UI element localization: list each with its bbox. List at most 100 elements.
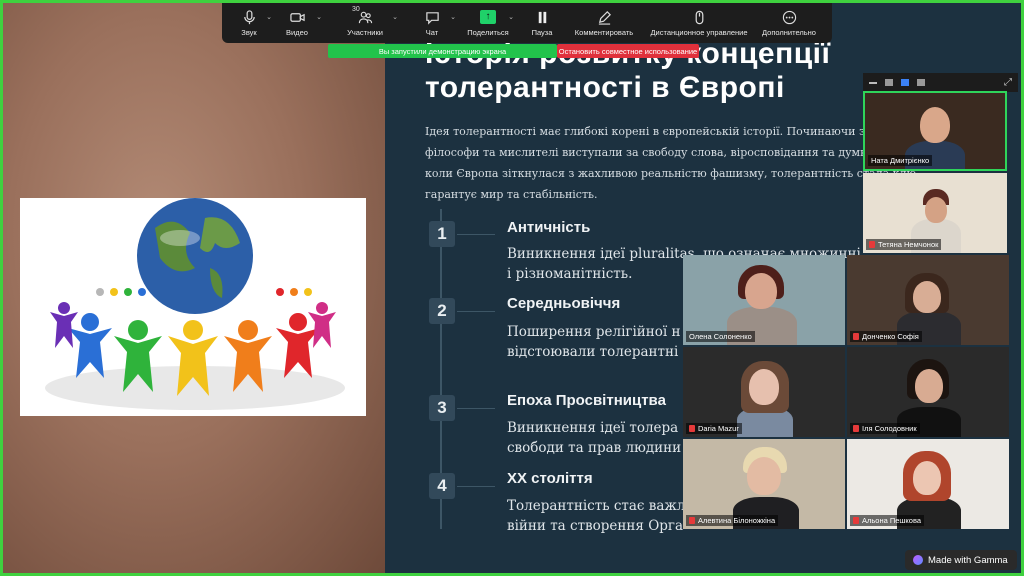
expand-icon[interactable]: ⤢ [1004, 77, 1012, 88]
chat-icon [425, 11, 439, 25]
presentation-left-panel [3, 3, 385, 573]
timeline-desc: Толерантність стає важл [507, 498, 686, 514]
video-panel-bar: ⤢ [863, 73, 1018, 92]
timeline-desc: війни та створення Орга [507, 518, 684, 534]
gamma-badge-label: Made with Gamma [928, 554, 1008, 566]
stop-share-label: Остановить совместное использование [558, 46, 698, 56]
video-label: Видео [286, 27, 308, 37]
timeline-desc: Поширення релігійної н [507, 324, 681, 340]
remote-control-button[interactable]: Дистанционное управление [644, 3, 754, 43]
stop-share-button[interactable]: Остановить совместное использование [557, 44, 699, 58]
video-button[interactable]: ⌄ Видео [272, 3, 322, 43]
chat-button[interactable]: ⌄ Чат [408, 3, 456, 43]
pause-icon [538, 11, 546, 23]
participant-video [913, 281, 941, 313]
participant-video [749, 369, 779, 405]
timeline-number: 2 [429, 298, 455, 324]
remote-control-label: Дистанционное управление [650, 27, 748, 37]
globe-people-image [20, 198, 366, 416]
strip-view-icon[interactable] [901, 79, 909, 86]
participant-name: Daria Mazur [686, 423, 742, 434]
camera-icon [289, 12, 305, 22]
chevron-down-icon[interactable]: ⌄ [392, 13, 398, 21]
annotate-label: Комментировать [574, 27, 634, 37]
gamma-logo-icon [913, 555, 923, 565]
annotate-icon [598, 10, 611, 25]
meeting-toolbar: ⌄ Звук ⌄ Видео 30 ⌄ Участники ⌄ Чат ↑ ⌄ … [222, 3, 832, 43]
intro-line: гарантує мир та стабільність. [425, 188, 598, 201]
remote-control-icon [695, 10, 703, 24]
screen-frame: Історія розвитку концепції толерантності… [3, 3, 1021, 573]
speaker-view-icon[interactable] [885, 79, 893, 86]
gallery-view-icon[interactable] [917, 79, 925, 86]
mic-muted-icon [689, 517, 695, 524]
share-button[interactable]: ↑ ⌄ Поделиться [456, 3, 520, 43]
participant-video [925, 197, 947, 223]
participant-tile[interactable]: Daria Mazur [683, 347, 845, 437]
timeline-era: Середньовіччя [507, 295, 621, 312]
intro-line: Ідея толерантності має глибокі корені в … [425, 125, 923, 138]
participant-tile[interactable]: Тетяна Немчонок [863, 173, 1007, 253]
participant-tile[interactable]: Донченко Софія [847, 255, 1009, 345]
timeline-connector [457, 311, 495, 312]
annotate-button[interactable]: Комментировать [564, 3, 644, 43]
participant-tile[interactable]: Ната Дмитрієнко [863, 91, 1007, 171]
audio-button[interactable]: ⌄ Звук [226, 3, 272, 43]
participant-name: Алевтина Білоножкіна [686, 515, 779, 526]
screen-share-banner: Вы запустили демонстрацию экрана [328, 44, 557, 58]
timeline-connector [457, 234, 495, 235]
timeline-era: XX століття [507, 470, 593, 487]
mic-muted-icon [853, 425, 859, 432]
more-button[interactable]: Дополнительно [754, 3, 824, 43]
intro-line: філософи та мислителі виступали за свобо… [425, 146, 915, 159]
slide-title-line2: толерантності в Європі [425, 71, 785, 104]
chevron-down-icon[interactable]: ⌄ [508, 13, 514, 21]
timeline-desc: відстоювали толерантні [507, 344, 679, 360]
participants-button[interactable]: 30 ⌄ Участники [322, 3, 408, 43]
made-with-gamma-badge[interactable]: Made with Gamma [905, 550, 1017, 570]
timeline-desc: Виникнення ідеї толера [507, 420, 679, 436]
timeline-connector [457, 486, 495, 487]
minimize-icon[interactable] [869, 81, 877, 84]
intro-line: коли Європа зіткнулася з жахливою реальн… [425, 167, 917, 180]
timeline-era: Епоха Просвітництва [507, 392, 666, 409]
timeline-connector [457, 408, 495, 409]
participant-video [915, 369, 943, 403]
participant-video [747, 457, 781, 495]
audio-label: Звук [241, 27, 257, 37]
participant-tile[interactable]: Олена Солоненко [683, 255, 845, 345]
participant-name: Іля Солодовник [850, 423, 920, 434]
mic-muted-icon [853, 333, 859, 340]
timeline-desc: свободи та прав людини [507, 440, 682, 456]
timeline-era: Античність [507, 219, 591, 236]
share-label: Поделиться [467, 27, 509, 37]
participant-tile[interactable]: Алевтина Білоножкіна [683, 439, 845, 529]
share-screen-icon: ↑ [480, 9, 496, 24]
chat-label: Чат [425, 27, 439, 37]
mic-muted-icon [689, 425, 695, 432]
timeline-desc: і різноманітність. [507, 266, 633, 282]
participant-name: Ната Дмитрієнко [868, 155, 933, 166]
more-label: Дополнительно [762, 27, 816, 37]
participant-video [920, 107, 950, 143]
participant-name: Альона Пешкова [850, 515, 925, 526]
more-icon [782, 10, 796, 24]
participant-name: Тетяна Немчонок [866, 239, 942, 250]
participant-name: Олена Солоненко [686, 331, 755, 342]
pause-button[interactable]: Пауза [520, 3, 564, 43]
timeline-number: 4 [429, 473, 455, 499]
participant-name: Донченко Софія [850, 331, 922, 342]
pause-label: Пауза [531, 27, 553, 37]
timeline-number: 3 [429, 395, 455, 421]
mic-muted-icon [853, 517, 859, 524]
microphone-icon [243, 9, 255, 24]
participant-video [913, 461, 941, 495]
participant-tile[interactable]: Іля Солодовник [847, 347, 1009, 437]
participant-tile[interactable]: Альона Пешкова [847, 439, 1009, 529]
timeline-number: 1 [429, 221, 455, 247]
participant-video [745, 273, 777, 309]
share-banner-text: Вы запустили демонстрацию экрана [378, 46, 507, 56]
participants-count: 30 [352, 6, 360, 13]
slide-intro-text: Ідея толерантності має глибокі корені в … [425, 121, 923, 205]
participants-label: Участники [347, 27, 383, 37]
